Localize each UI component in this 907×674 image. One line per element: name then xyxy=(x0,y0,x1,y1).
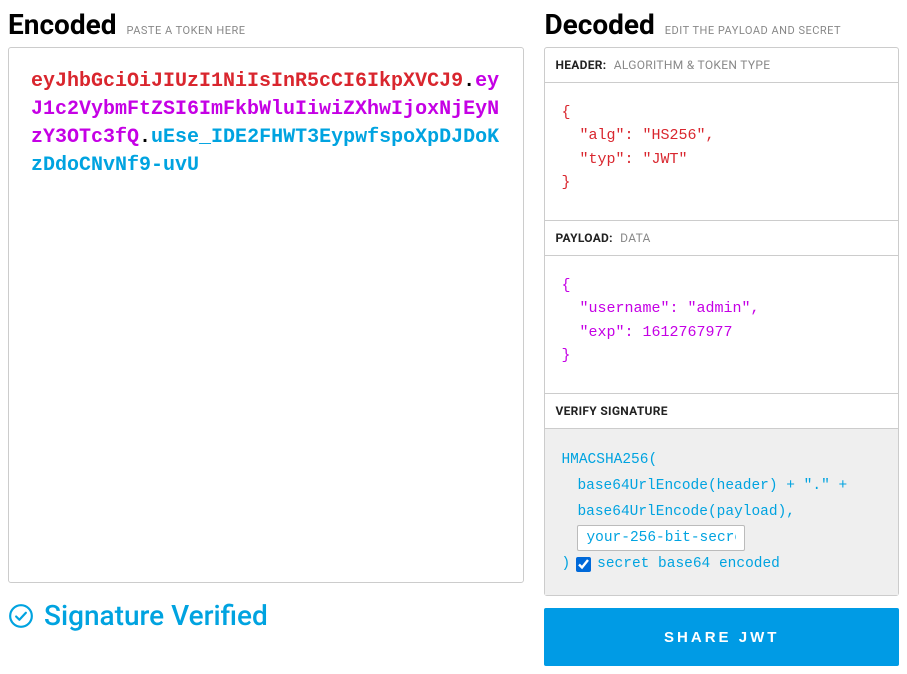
encoded-token-input[interactable]: eyJhbGciOiJIUzI1NiIsInR5cCI6IkpXVCJ9.eyJ… xyxy=(8,47,524,583)
token-dot: . xyxy=(139,126,151,149)
header-section-label: HEADER: xyxy=(555,58,606,72)
decoded-title: Decoded xyxy=(544,8,654,41)
signature-body: HMACSHA256( base64UrlEncode(header) + ".… xyxy=(545,429,898,595)
encoded-title: Encoded xyxy=(8,8,117,41)
signature-status-text: Signature Verified xyxy=(44,599,268,632)
token-header-segment: eyJhbGciOiJIUzI1NiIsInR5cCI6IkpXVCJ9 xyxy=(31,70,463,93)
sig-line-3: base64UrlEncode(payload), xyxy=(561,499,882,525)
decoded-panel: HEADER: ALGORITHM & TOKEN TYPE { "alg": … xyxy=(544,47,899,596)
decoded-hint: EDIT THE PAYLOAD AND SECRET xyxy=(665,24,841,37)
token-dot: . xyxy=(463,70,475,93)
header-json-content: { "alg": "HS256", "typ": "JWT" } xyxy=(561,101,882,194)
secret-input[interactable] xyxy=(577,525,745,551)
secret-base64-checkbox[interactable] xyxy=(576,557,591,572)
signature-status: Signature Verified xyxy=(8,599,524,632)
encoded-header: Encoded PASTE A TOKEN HERE xyxy=(8,8,524,41)
signature-section-heading: VERIFY SIGNATURE xyxy=(545,394,898,429)
sig-line-1: HMACSHA256( xyxy=(561,447,882,473)
payload-json-editor[interactable]: { "username": "admin", "exp": 1612767977… xyxy=(545,256,898,394)
encoded-hint: PASTE A TOKEN HERE xyxy=(127,24,246,37)
signature-section-label: VERIFY SIGNATURE xyxy=(555,404,667,418)
secret-base64-label: secret base64 encoded xyxy=(597,551,780,577)
header-section-heading: HEADER: ALGORITHM & TOKEN TYPE xyxy=(545,48,898,83)
share-jwt-button[interactable]: SHARE JWT xyxy=(544,608,899,666)
decoded-header: Decoded EDIT THE PAYLOAD AND SECRET xyxy=(544,8,899,41)
sig-close-paren: ) xyxy=(561,551,570,577)
payload-json-content: { "username": "admin", "exp": 1612767977… xyxy=(561,274,882,367)
payload-section-label: PAYLOAD: xyxy=(555,231,612,245)
sig-line-2: base64UrlEncode(header) + "." + xyxy=(561,473,882,499)
check-circle-icon xyxy=(8,603,34,629)
payload-section-heading: PAYLOAD: DATA xyxy=(545,221,898,256)
header-json-editor[interactable]: { "alg": "HS256", "typ": "JWT" } xyxy=(545,83,898,221)
payload-section-sublabel: DATA xyxy=(620,231,651,245)
header-section-sublabel: ALGORITHM & TOKEN TYPE xyxy=(614,58,771,72)
